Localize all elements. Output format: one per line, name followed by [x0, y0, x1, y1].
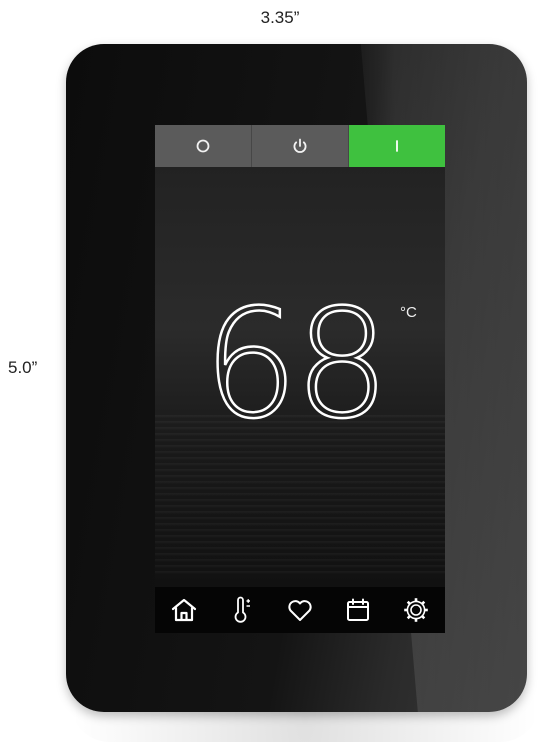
product-diagram: 3.35” 5.0” 68 °C: [0, 0, 545, 743]
temperature-readout: 68 °C: [155, 278, 445, 452]
on-bar-icon: [396, 140, 398, 152]
gear-icon: [404, 598, 428, 622]
thermometer-icon: [234, 596, 250, 623]
calendar-icon: [347, 598, 369, 621]
temperature-value: 68: [202, 278, 391, 452]
mode-power-button[interactable]: [252, 125, 349, 167]
nav-favorites-button[interactable]: [280, 590, 320, 630]
nav-settings-button[interactable]: [396, 590, 436, 630]
mode-bar: [155, 125, 445, 167]
width-dimension-label: 3.35”: [260, 8, 300, 27]
nav-schedule-button[interactable]: [338, 590, 378, 630]
nav-home-button[interactable]: [164, 590, 204, 630]
home-icon: [171, 598, 197, 622]
thermostat-screen: 68 °C: [155, 125, 445, 633]
nav-thermometer-button[interactable]: [222, 590, 262, 630]
mode-off-button[interactable]: [155, 125, 252, 167]
temperature-unit: °C: [400, 304, 417, 321]
mode-on-button[interactable]: [349, 125, 445, 167]
bottom-nav-bar: [155, 587, 445, 633]
height-dimension-label: 5.0”: [8, 358, 38, 377]
heart-icon: [288, 600, 312, 621]
power-icon: [293, 138, 307, 153]
circle-off-icon: [196, 139, 210, 153]
